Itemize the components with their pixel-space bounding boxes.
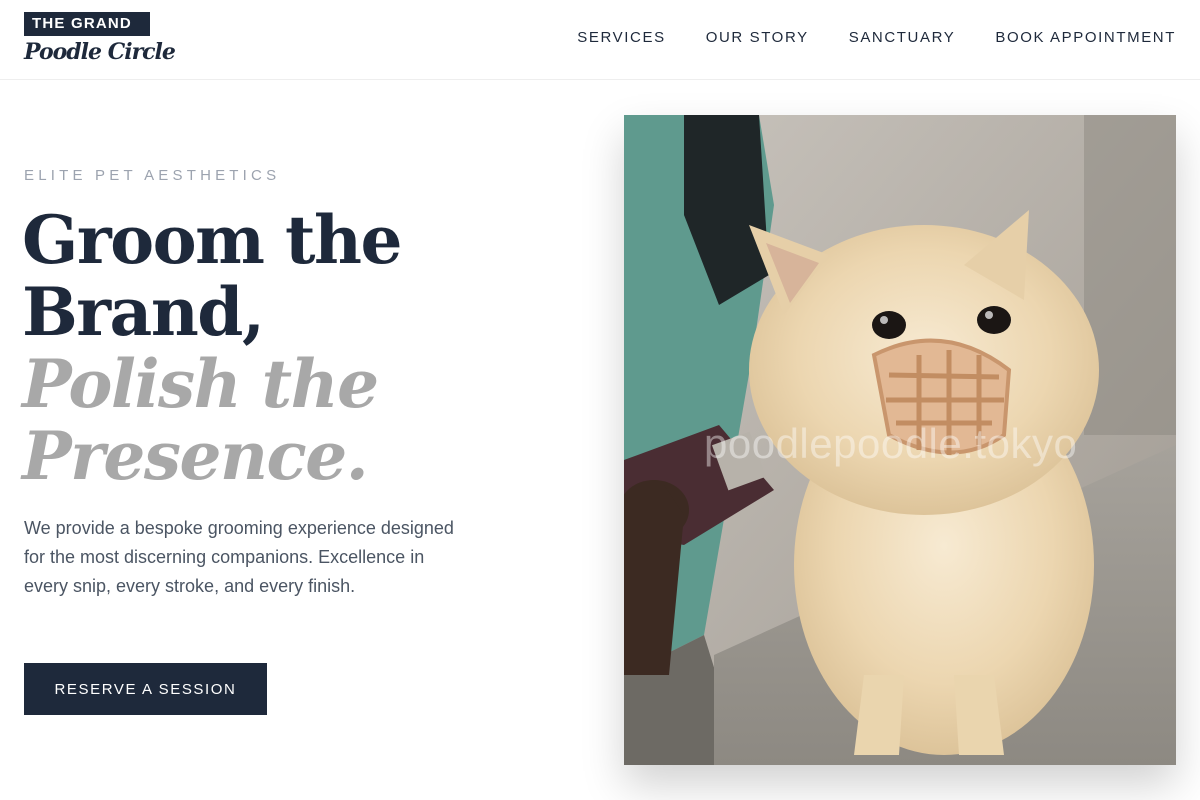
reserve-session-button[interactable]: RESERVE A SESSION <box>24 663 267 715</box>
nav-sanctuary[interactable]: SANCTUARY <box>849 29 956 46</box>
hero-headline: Groom the Brand, Polish the Presence. <box>22 204 562 492</box>
headline-line-1: Groom the <box>22 201 402 279</box>
hero-photo: poodlepoodle.tokyo <box>624 115 1176 765</box>
headline-line-4: Presence. <box>22 417 369 495</box>
photo-watermark: poodlepoodle.tokyo <box>704 420 1078 467</box>
brand-logo[interactable]: THE GRAND Poodle Circle <box>24 12 176 65</box>
nav-services[interactable]: SERVICES <box>577 29 665 46</box>
hero-eyebrow: ELITE PET AESTHETICS <box>24 167 281 184</box>
site-header: THE GRAND Poodle Circle SERVICES OUR STO… <box>0 0 1200 80</box>
nav-our-story[interactable]: OUR STORY <box>706 29 809 46</box>
hero-description: We provide a bespoke grooming experience… <box>24 518 454 596</box>
nav-book-appointment[interactable]: BOOK APPOINTMENT <box>995 29 1176 46</box>
brand-line1: THE GRAND <box>24 12 150 36</box>
headline-line-2: Brand, <box>22 273 265 351</box>
headline-line-3: Polish the <box>22 345 379 423</box>
main-nav: SERVICES OUR STORY SANCTUARY BOOK APPOIN… <box>577 29 1176 46</box>
brand-line2: Poodle Circle <box>24 39 176 65</box>
